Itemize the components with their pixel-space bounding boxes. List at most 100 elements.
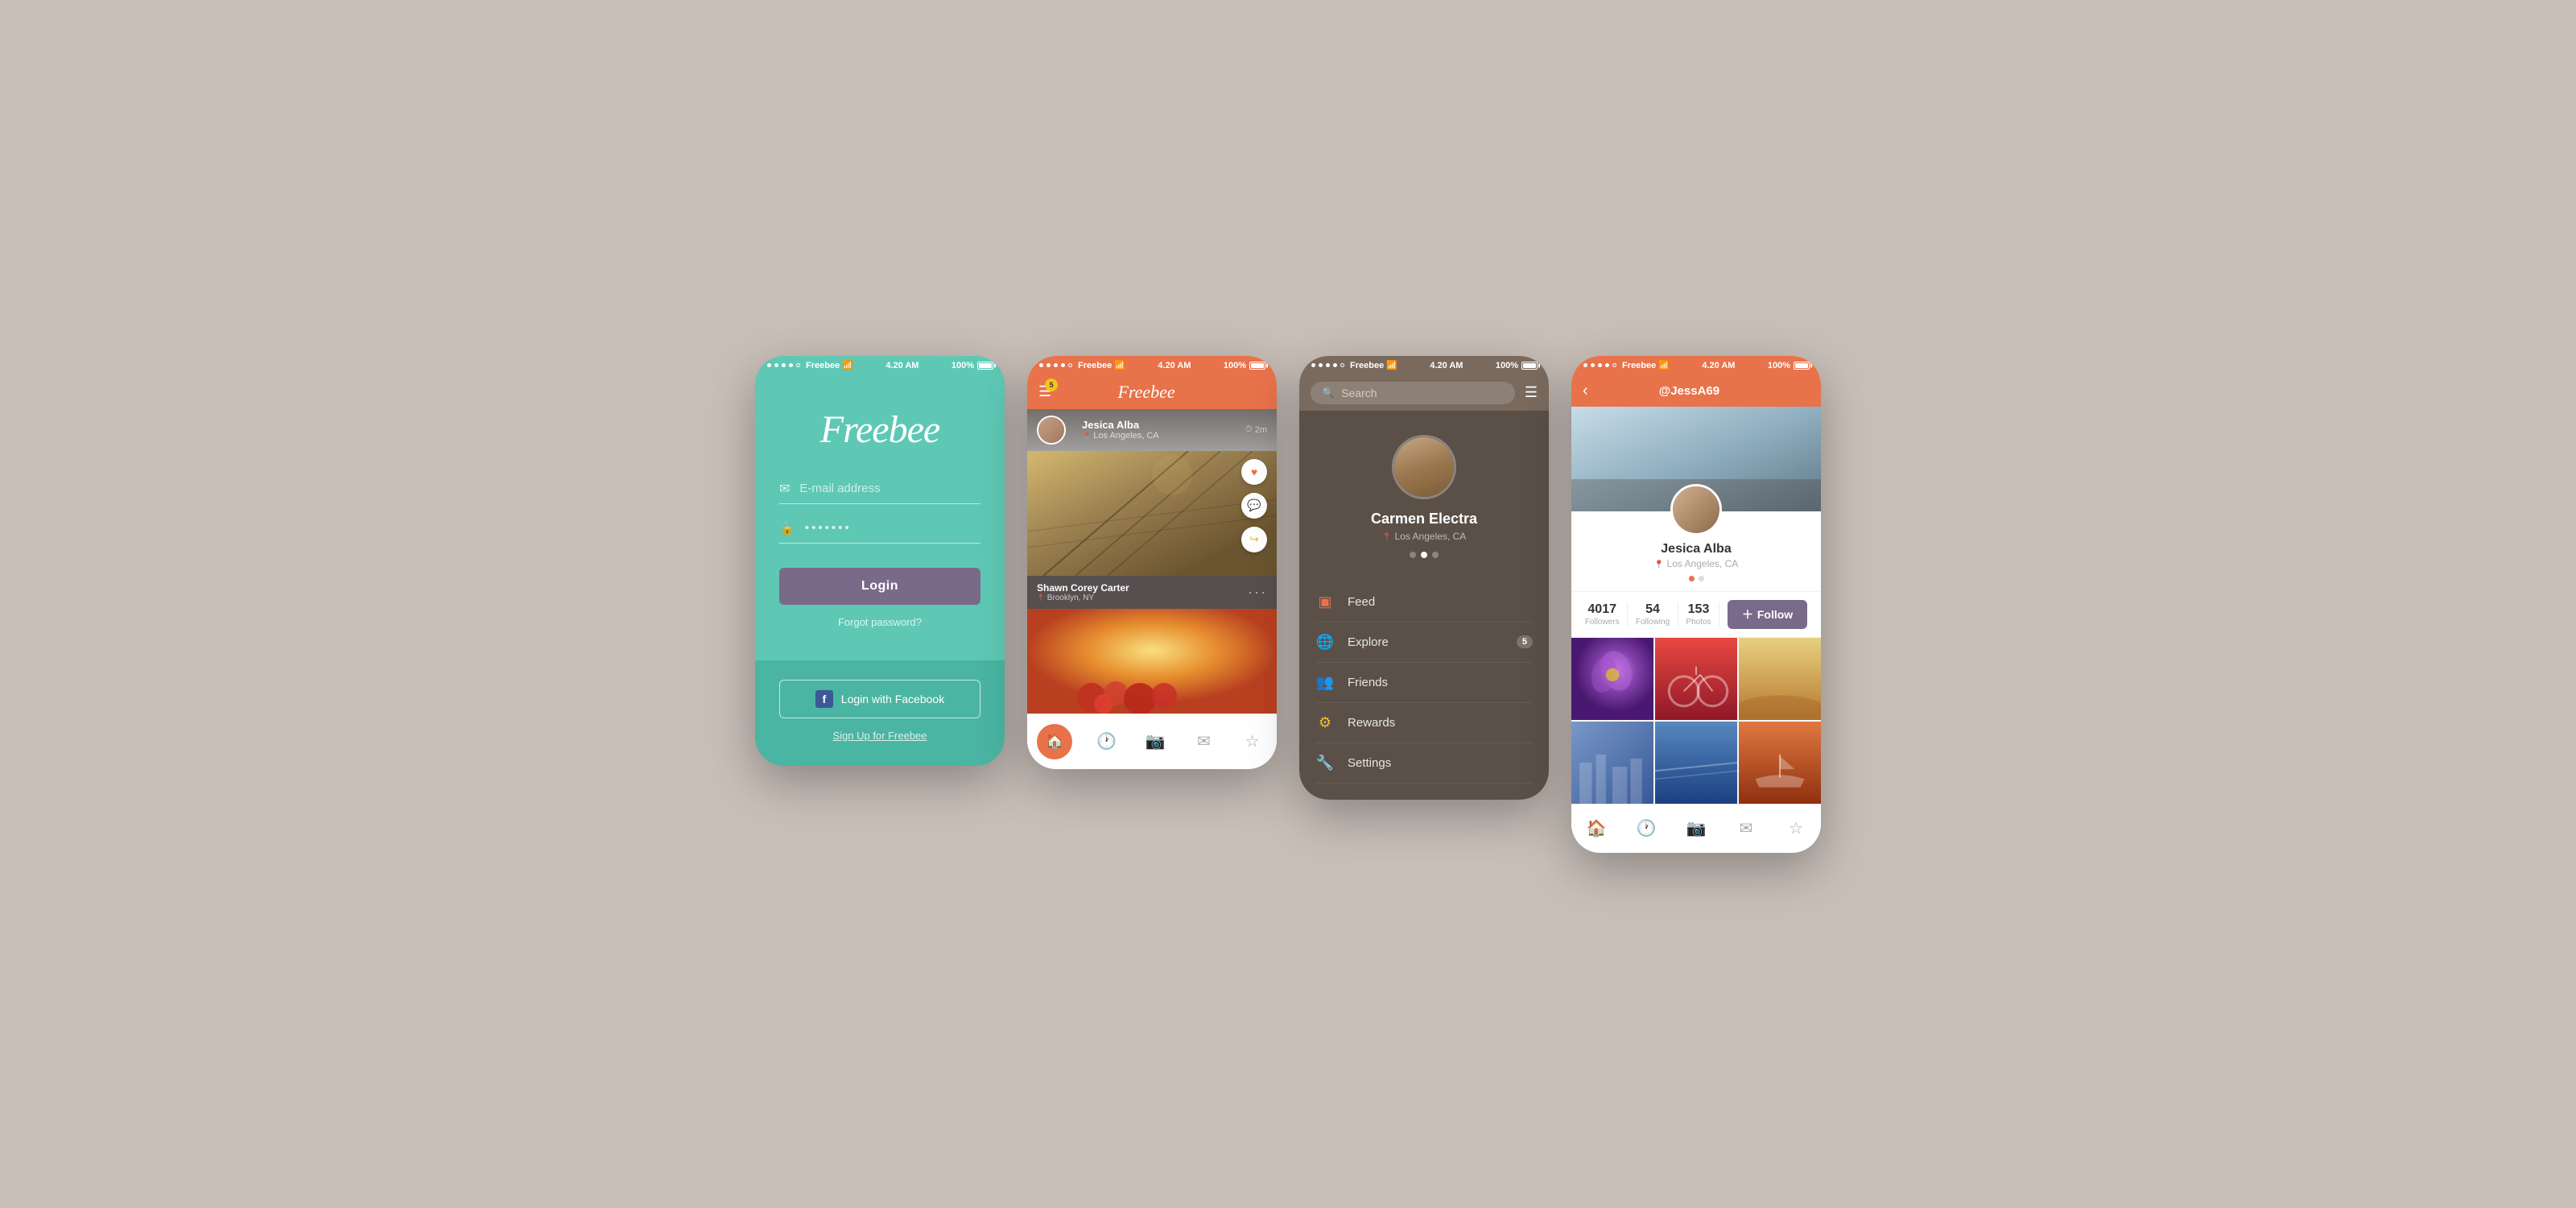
- nav-history-4[interactable]: 🕐: [1632, 814, 1661, 843]
- photo-5[interactable]: [1655, 722, 1737, 804]
- profile-cover: [1571, 407, 1821, 511]
- feed-header: ☰ 5 Freebee: [1027, 375, 1277, 409]
- bottom-nav-4: 🏠 🕐 📷 ✉ ☆: [1571, 804, 1821, 853]
- nav-star-4[interactable]: ☆: [1781, 814, 1810, 843]
- password-row[interactable]: 🔒: [779, 520, 980, 544]
- post-2-name: Shawn Corey Carter: [1037, 582, 1129, 594]
- profile-header: ‹ @JessA69: [1571, 375, 1821, 407]
- comment-button[interactable]: 💬: [1241, 493, 1267, 519]
- menu-profile-name: Carmen Electra: [1371, 511, 1477, 527]
- rewards-icon: ⚙: [1315, 714, 1335, 731]
- menu-item-explore[interactable]: 🌐 Explore 5: [1315, 623, 1533, 663]
- dot2: [774, 363, 778, 367]
- menu-item-rewards[interactable]: ⚙ Rewards: [1315, 703, 1533, 743]
- forgot-password-link[interactable]: Forgot password?: [838, 616, 922, 628]
- back-button[interactable]: ‹: [1583, 382, 1588, 400]
- phone-feed: Freebee 📶 4.20 AM 100% ☰ 5 Freebee: [1027, 356, 1277, 769]
- photo-2[interactable]: [1655, 638, 1737, 720]
- battery-icon: [977, 362, 993, 370]
- post-1-image-container: ♥ 💬 ↪: [1027, 451, 1277, 576]
- login-footer: f Login with Facebook Sign Up for Freebe…: [755, 660, 1005, 766]
- dot3: [782, 363, 786, 367]
- signal-area-2: Freebee 📶: [1038, 360, 1125, 370]
- globe-icon: 🌐: [1315, 634, 1335, 651]
- explore-label: Explore: [1348, 635, 1389, 649]
- menu-item-settings[interactable]: 🔧 Settings: [1315, 743, 1533, 784]
- nav-history[interactable]: 🕐: [1092, 727, 1121, 756]
- following-stat: 54 Following: [1636, 602, 1670, 627]
- photos-count: 153: [1686, 602, 1711, 617]
- post-1-image: [1027, 451, 1277, 576]
- photo-6[interactable]: [1739, 722, 1821, 804]
- password-field[interactable]: [805, 521, 980, 535]
- signup-link[interactable]: Sign Up for Freebee: [832, 730, 927, 742]
- photo-3[interactable]: [1739, 638, 1821, 720]
- post-2-image: [1027, 609, 1277, 714]
- dot4: [789, 363, 793, 367]
- menu-item-feed[interactable]: ▣ Feed: [1315, 582, 1533, 623]
- menu-badge-area: ☰ 5: [1038, 383, 1051, 400]
- menu-avatar: [1392, 435, 1456, 499]
- post-1-actions: ♥ 💬 ↪: [1241, 459, 1267, 552]
- battery-icon-2: [1249, 362, 1265, 370]
- phone-profile: Freebee 📶 4.20 AM 100% ‹ @JessA69: [1571, 356, 1821, 853]
- photo-grid: [1571, 638, 1821, 804]
- status-bar-2: Freebee 📶 4.20 AM 100%: [1027, 356, 1277, 375]
- post-1-bottom: Shawn Corey Carter 📍 Brooklyn, NY ···: [1027, 576, 1277, 609]
- profile-location: 📍 Los Angeles, CA: [1654, 558, 1739, 569]
- nav-camera[interactable]: 📷: [1141, 727, 1170, 756]
- nav-home[interactable]: 🏠: [1037, 724, 1072, 759]
- bridge-svg: [1027, 451, 1277, 576]
- menu-header: 🔍 ☰: [1299, 375, 1549, 411]
- hamburger-icon-3[interactable]: ☰: [1525, 384, 1538, 401]
- share-button[interactable]: ↪: [1241, 527, 1267, 552]
- friends-icon: 👥: [1315, 674, 1335, 691]
- phones-container: Freebee 📶 4.20 AM 100% Freebee ✉ 🔒 Login…: [755, 356, 1821, 853]
- fb-login-label: Login with Facebook: [841, 693, 944, 705]
- login-button[interactable]: Login: [779, 568, 980, 605]
- followers-label: Followers: [1585, 618, 1620, 627]
- lock-icon: 🔒: [779, 520, 795, 536]
- rewards-label: Rewards: [1348, 716, 1395, 730]
- carrier-2: Freebee: [1078, 361, 1112, 370]
- post-2-location: 📍 Brooklyn, NY: [1037, 594, 1129, 602]
- nav-mail-4[interactable]: ✉: [1732, 814, 1761, 843]
- time: 4.20 AM: [886, 361, 919, 370]
- post-1-avatar: [1037, 416, 1066, 445]
- email-row[interactable]: ✉: [779, 481, 980, 504]
- carrier: Freebee: [806, 361, 840, 370]
- status-bar-1: Freebee 📶 4.20 AM 100%: [755, 356, 1005, 375]
- login-body: Freebee ✉ 🔒 Login Forgot password?: [755, 375, 1005, 628]
- nav-star[interactable]: ☆: [1238, 727, 1267, 756]
- photos-label: Photos: [1686, 618, 1711, 627]
- menu-item-friends[interactable]: 👥 Friends: [1315, 663, 1533, 703]
- search-input[interactable]: [1341, 387, 1487, 399]
- nav-mail[interactable]: ✉: [1189, 727, 1218, 756]
- header-logo: Freebee: [1117, 382, 1174, 403]
- post-1-header: Jesica Alba 📍 Los Angeles, CA ⏱ 2m: [1027, 409, 1277, 451]
- email-field[interactable]: [799, 482, 980, 495]
- dot5: [796, 363, 800, 367]
- photo-1[interactable]: [1571, 638, 1653, 720]
- signal-area: Freebee 📶: [766, 360, 853, 370]
- feed-label: Feed: [1348, 595, 1375, 609]
- battery-pct: 100%: [952, 361, 974, 370]
- battery-area: 100%: [952, 361, 993, 370]
- more-options[interactable]: ···: [1248, 584, 1267, 601]
- nav-home-4[interactable]: 🏠: [1582, 814, 1611, 843]
- photo-4[interactable]: [1571, 722, 1653, 804]
- bottom-nav-2: 🏠 🕐 📷 ✉ ☆: [1027, 714, 1277, 769]
- wifi-icon: 📶: [842, 360, 853, 370]
- app-logo: Freebee: [820, 407, 939, 452]
- battery-2: 100%: [1224, 361, 1265, 370]
- phone-login: Freebee 📶 4.20 AM 100% Freebee ✉ 🔒 Login…: [755, 356, 1005, 766]
- post-1-location: 📍 Los Angeles, CA: [1082, 431, 1237, 441]
- followers-count: 4017: [1585, 602, 1620, 617]
- status-bar-3: Freebee 📶 4.20 AM 100%: [1299, 356, 1549, 375]
- follow-button[interactable]: ＋ Follow: [1728, 600, 1807, 629]
- following-count: 54: [1636, 602, 1670, 617]
- facebook-login-button[interactable]: f Login with Facebook: [779, 680, 980, 718]
- search-bar[interactable]: 🔍: [1311, 382, 1515, 404]
- like-button[interactable]: ♥: [1241, 459, 1267, 485]
- nav-camera-4[interactable]: 📷: [1682, 814, 1711, 843]
